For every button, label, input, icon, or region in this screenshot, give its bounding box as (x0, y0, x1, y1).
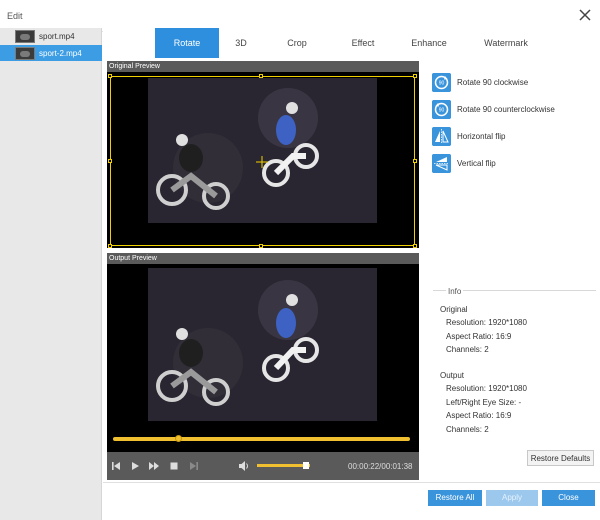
skip-back-icon[interactable] (110, 460, 122, 472)
output-aspect-ratio: Aspect Ratio: 16:9 (446, 411, 512, 420)
crop-frame[interactable] (108, 74, 417, 248)
time-display: 00:00:22/00:01:38 (348, 462, 413, 471)
rotate-counterclockwise-button[interactable]: 90 Rotate 90 counterclockwise (432, 100, 592, 119)
edit-tabs: Rotate 3D Crop Effect Enhance Watermark (103, 28, 600, 58)
volume-thumb[interactable] (303, 462, 310, 469)
crop-handle-bottom-right[interactable] (413, 244, 417, 248)
crosshair-icon (256, 156, 268, 168)
original-resolution: Resolution: 1920*1080 (446, 318, 527, 327)
action-label: Vertical flip (457, 159, 496, 168)
file-name: sport-2.mp4 (39, 49, 82, 58)
action-label: Rotate 90 counterclockwise (457, 105, 555, 114)
seek-bar[interactable] (113, 435, 410, 442)
tab-enhance[interactable]: Enhance (403, 28, 455, 58)
output-preview-label: Output Preview (107, 253, 419, 264)
apply-button[interactable]: Apply (486, 490, 538, 506)
restore-all-button[interactable]: Restore All (428, 490, 482, 506)
output-channels: Channels: 2 (446, 425, 489, 434)
horizontal-flip-button[interactable]: Horizontal flip (432, 127, 592, 146)
stop-icon[interactable] (168, 460, 180, 472)
action-label: Horizontal flip (457, 132, 506, 141)
crop-handle-bottom-left[interactable] (108, 244, 112, 248)
crop-handle-top[interactable] (259, 74, 263, 78)
rotate-counterclockwise-icon: 90 (432, 100, 451, 119)
crop-handle-top-right[interactable] (413, 74, 417, 78)
original-aspect-ratio: Aspect Ratio: 16:9 (446, 332, 512, 341)
output-heading: Output (440, 371, 465, 380)
original-channels: Channels: 2 (446, 345, 489, 354)
horizontal-flip-icon (432, 127, 451, 146)
tab-effect[interactable]: Effect (337, 28, 389, 58)
output-resolution: Resolution: 1920*1080 (446, 384, 527, 393)
rotate-clockwise-button[interactable]: 90 Rotate 90 clockwise (432, 73, 592, 92)
crop-handle-left[interactable] (108, 159, 112, 163)
play-icon[interactable] (129, 460, 141, 472)
vertical-flip-icon (432, 154, 451, 173)
restore-defaults-button[interactable]: Restore Defaults (527, 450, 594, 466)
crop-handle-top-left[interactable] (108, 74, 112, 78)
video-thumbnail (15, 30, 35, 43)
crop-handle-right[interactable] (413, 159, 417, 163)
vertical-flip-button[interactable]: Vertical flip (432, 154, 592, 173)
skip-forward-icon[interactable] (188, 460, 200, 472)
tab-watermark[interactable]: Watermark (473, 28, 539, 58)
output-eye-size: Left/Right Eye Size: - (446, 398, 522, 407)
tab-rotate[interactable]: Rotate (155, 28, 219, 58)
action-label: Rotate 90 clockwise (457, 78, 529, 87)
tab-3d[interactable]: 3D (219, 28, 263, 58)
rotate-clockwise-icon: 90 (432, 73, 451, 92)
file-item-selected[interactable]: sport-2.mp4 (0, 45, 102, 61)
tab-crop[interactable]: Crop (273, 28, 321, 58)
seek-thumb[interactable] (175, 435, 183, 442)
output-video-frame (148, 268, 377, 421)
original-heading: Original (440, 305, 468, 314)
window-title: Edit (7, 11, 23, 21)
close-button[interactable]: Close (542, 490, 595, 506)
svg-text:90: 90 (439, 108, 445, 114)
close-icon[interactable] (578, 8, 592, 22)
volume-icon[interactable] (238, 460, 250, 472)
svg-text:90: 90 (439, 81, 445, 87)
file-item[interactable]: sport.mp4 (0, 28, 102, 44)
video-thumbnail (15, 47, 35, 60)
file-list: sport.mp4 sport-2.mp4 (0, 28, 102, 520)
file-name: sport.mp4 (39, 32, 75, 41)
output-preview: Output Preview (107, 253, 419, 452)
fast-forward-icon[interactable] (148, 460, 160, 472)
crop-handle-bottom[interactable] (259, 244, 263, 248)
original-preview-label: Original Preview (107, 61, 419, 72)
info-title: Info (446, 287, 464, 296)
volume-slider[interactable] (257, 464, 310, 467)
